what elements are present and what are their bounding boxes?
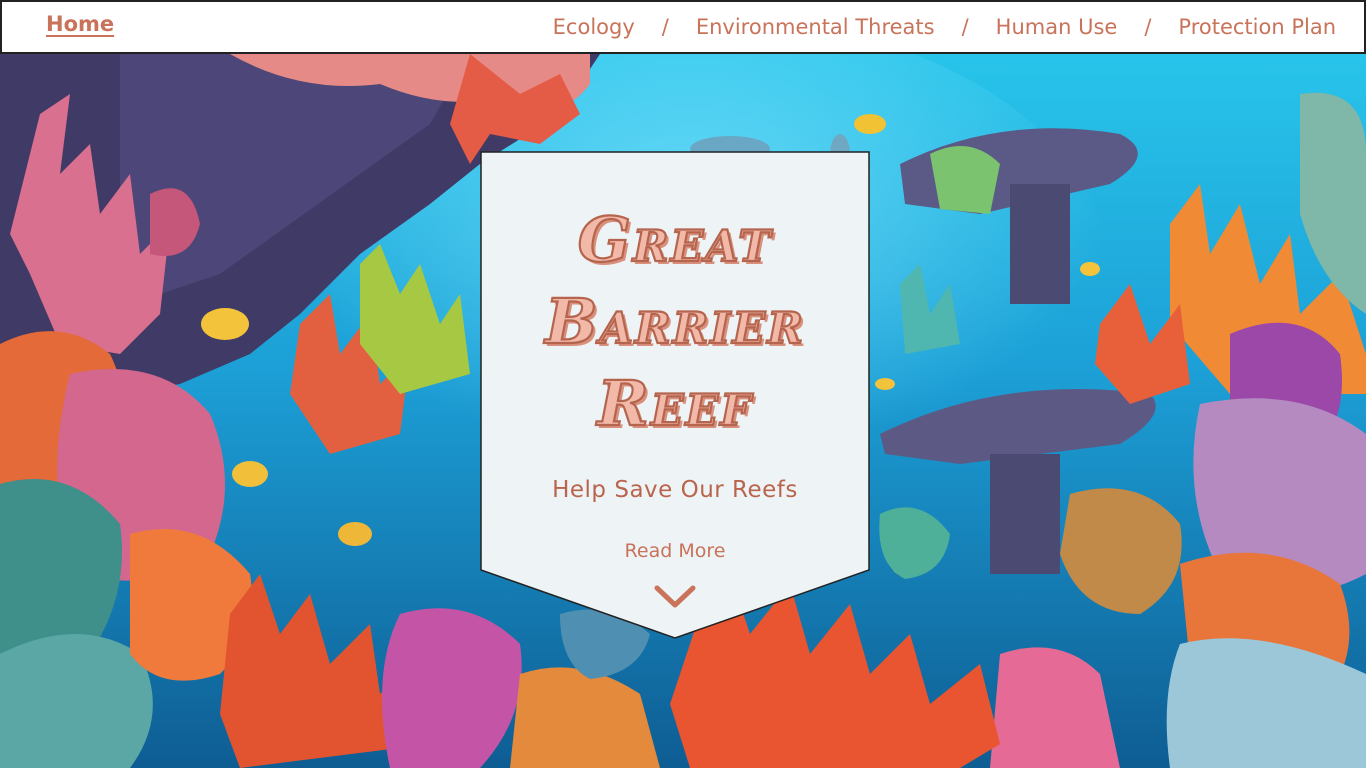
nav-separator: / xyxy=(961,15,969,39)
nav-links: Ecology / Environmental Threats / Human … xyxy=(553,15,1336,39)
nav-separator: / xyxy=(1144,15,1152,39)
top-navigation: Home Ecology / Environmental Threats / H… xyxy=(0,0,1366,54)
hero-card: Great Barrier Reef Help Save Our Reefs R… xyxy=(480,151,870,641)
read-more-link[interactable]: Read More xyxy=(480,540,870,562)
nav-link-human-use[interactable]: Human Use xyxy=(996,15,1118,39)
hero-subtitle: Help Save Our Reefs xyxy=(552,477,798,503)
nav-link-environmental-threats[interactable]: Environmental Threats xyxy=(696,15,935,39)
title-line-barrier: Barrier xyxy=(544,284,805,359)
chevron-down-icon[interactable] xyxy=(654,584,696,610)
nav-home-link[interactable]: Home xyxy=(46,12,114,36)
nav-link-protection-plan[interactable]: Protection Plan xyxy=(1178,15,1336,39)
nav-separator: / xyxy=(661,15,669,39)
nav-link-ecology[interactable]: Ecology xyxy=(553,15,635,39)
title-line-reef: Reef xyxy=(596,366,753,441)
title-line-great: Great xyxy=(577,202,773,277)
page-title: Great Barrier Reef xyxy=(480,199,870,445)
